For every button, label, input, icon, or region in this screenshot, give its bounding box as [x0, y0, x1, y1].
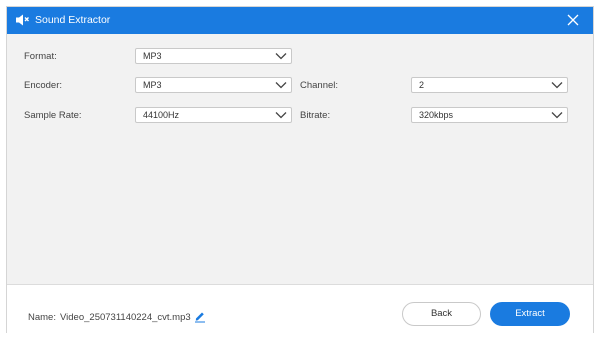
chevron-down-icon [551, 112, 563, 119]
close-icon[interactable] [565, 12, 581, 28]
channel-select[interactable]: 2 [411, 77, 568, 93]
channel-label: Channel: [300, 80, 339, 91]
output-name-label: Name: [28, 312, 56, 323]
window-title: Sound Extractor [35, 14, 111, 26]
encoder-select[interactable]: MP3 [135, 77, 292, 93]
format-label: Format: [24, 51, 57, 62]
bitrate-value: 320kbps [419, 110, 454, 120]
pencil-edit-icon[interactable] [194, 309, 206, 323]
sample-rate-select[interactable]: 44100Hz [135, 107, 292, 123]
chevron-down-icon [551, 82, 563, 89]
format-select[interactable]: MP3 [135, 48, 292, 64]
dialog-footer: Name: Video_250731140224_cvt.mp3 Back Ex… [7, 284, 593, 333]
sample-rate-value: 44100Hz [143, 110, 180, 120]
bitrate-label: Bitrate: [300, 110, 331, 121]
title-bar: Sound Extractor [7, 7, 593, 34]
encoder-label: Encoder: [24, 80, 63, 91]
extract-button[interactable]: Extract [490, 302, 570, 326]
sample-rate-label: Sample Rate: [24, 110, 82, 121]
sound-extractor-icon [16, 14, 29, 26]
back-button[interactable]: Back [402, 302, 481, 326]
channel-value: 2 [419, 80, 425, 90]
bitrate-select[interactable]: 320kbps [411, 107, 568, 123]
encoder-value: MP3 [143, 80, 162, 90]
chevron-down-icon [275, 82, 287, 89]
format-value: MP3 [143, 51, 162, 61]
output-name-value: Video_250731140224_cvt.mp3 [60, 312, 191, 323]
sound-extractor-dialog: Sound Extractor Format: MP3 Encoder: MP3… [6, 6, 594, 333]
chevron-down-icon [275, 53, 287, 60]
chevron-down-icon [275, 112, 287, 119]
